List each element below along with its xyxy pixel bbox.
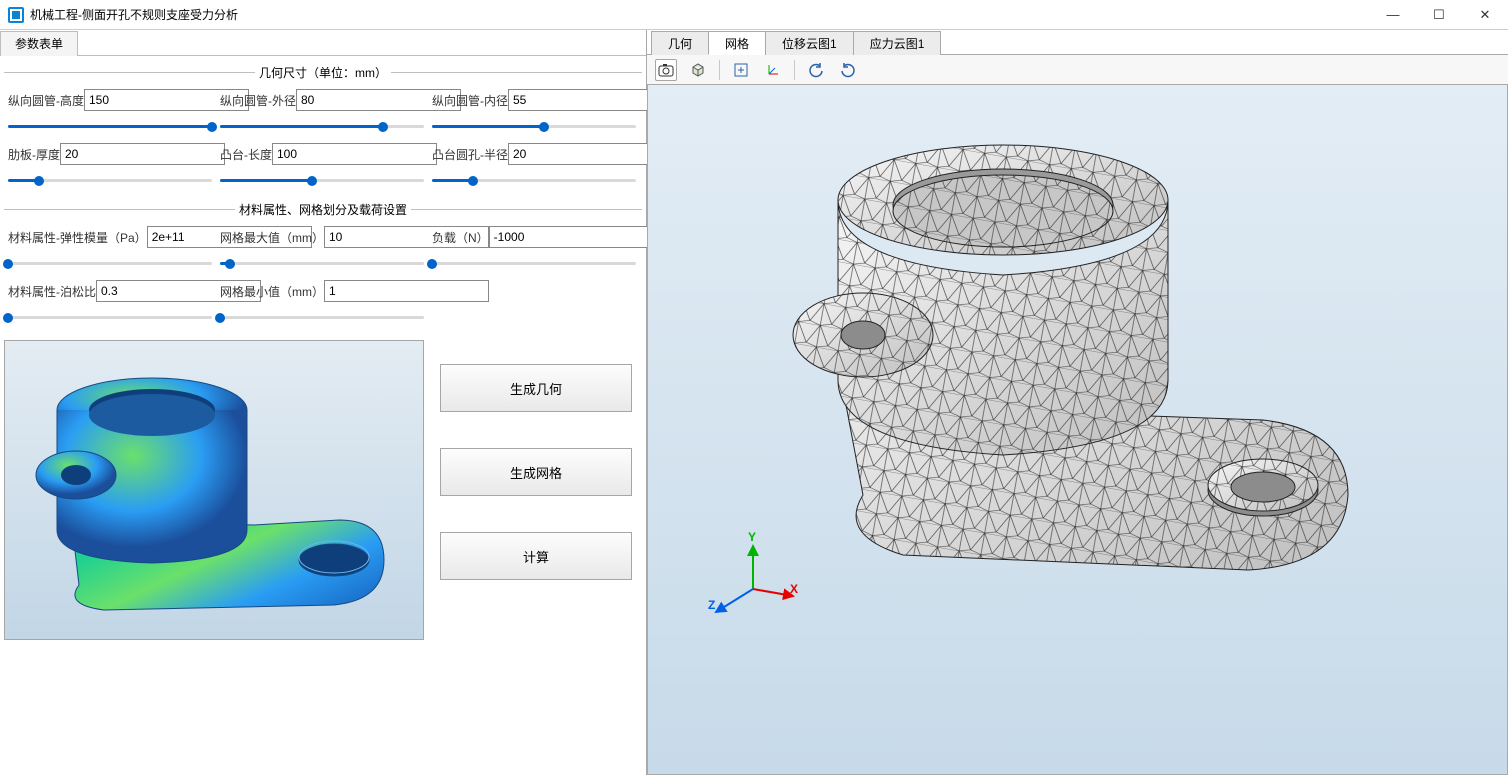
title-bar: 机械工程-侧面开孔不规则支座受力分析 — ☐ ✕ [0,0,1508,30]
param-input[interactable] [489,226,654,248]
compute-button[interactable]: 计算 [440,532,632,580]
mesh-viewport[interactable]: Y X Z [647,84,1508,775]
tab-disp[interactable]: 位移云图1 [765,31,854,55]
param-label: 材料属性-弹性模量（Pa） [8,229,147,246]
param-slider[interactable] [8,308,212,326]
axes-icon[interactable] [762,59,784,81]
param-label: 负载（N） [432,229,489,246]
param-label: 网格最大值（mm） [220,229,324,246]
param-input[interactable] [272,143,437,165]
param-label: 肋板-厚度 [8,146,60,163]
section-title-material: 材料属性、网格划分及载荷设置 [235,201,411,218]
section-title-geometry: 几何尺寸（单位：mm） [255,64,391,81]
axis-x-label: X [790,582,798,596]
param-slider[interactable] [220,308,424,326]
param-label: 材料属性-泊松比 [8,283,96,300]
param-label: 纵向圆管-外径 [220,92,296,109]
parameter-panel: 参数表单 几何尺寸（单位：mm） 纵向圆管-高度 纵向圆管-外径 纵向圆管-内径肋板… [0,30,647,775]
orientation-triad: Y X Z [708,534,798,624]
param-slider[interactable] [220,254,424,272]
viewport-panel: 几何网格位移云图1应力云图1 [647,30,1508,775]
param-slider[interactable] [8,117,212,135]
viewport-toolbar [647,55,1508,85]
param-slider[interactable] [8,254,212,272]
viewport-tabs: 几何网格位移云图1应力云图1 [647,30,1508,55]
param-label: 凸台-长度 [220,146,272,163]
param-slider[interactable] [220,171,424,189]
param-slider[interactable] [8,171,212,189]
tab-stress[interactable]: 应力云图1 [853,31,942,55]
minimize-button[interactable]: — [1370,0,1416,30]
tab-mesh[interactable]: 网格 [708,31,766,55]
param-input[interactable] [60,143,225,165]
param-slider[interactable] [432,254,636,272]
tab-geom[interactable]: 几何 [651,31,709,55]
param-input[interactable] [324,280,489,302]
param-slider[interactable] [220,117,424,135]
param-slider[interactable] [432,171,636,189]
rotate-cw-icon[interactable] [837,59,859,81]
axis-y-label: Y [748,530,756,544]
rotate-ccw-icon[interactable] [805,59,827,81]
camera-icon[interactable] [655,59,677,81]
param-slider[interactable] [432,117,636,135]
axis-z-label: Z [708,598,715,612]
generate-mesh-button[interactable]: 生成网格 [440,448,632,496]
param-label: 纵向圆管-内径 [432,92,508,109]
cube-icon[interactable] [687,59,709,81]
fit-view-icon[interactable] [730,59,752,81]
app-logo-icon [8,7,24,23]
close-button[interactable]: ✕ [1462,0,1508,30]
param-label: 凸台圆孔-半径 [432,146,508,163]
param-label: 纵向圆管-高度 [8,92,84,109]
parameter-tab[interactable]: 参数表单 [0,31,78,56]
result-preview-pane [4,340,424,640]
window-title: 机械工程-侧面开孔不规则支座受力分析 [30,6,238,23]
maximize-button[interactable]: ☐ [1416,0,1462,30]
generate-geometry-button[interactable]: 生成几何 [440,364,632,412]
param-label: 网格最小值（mm） [220,283,324,300]
